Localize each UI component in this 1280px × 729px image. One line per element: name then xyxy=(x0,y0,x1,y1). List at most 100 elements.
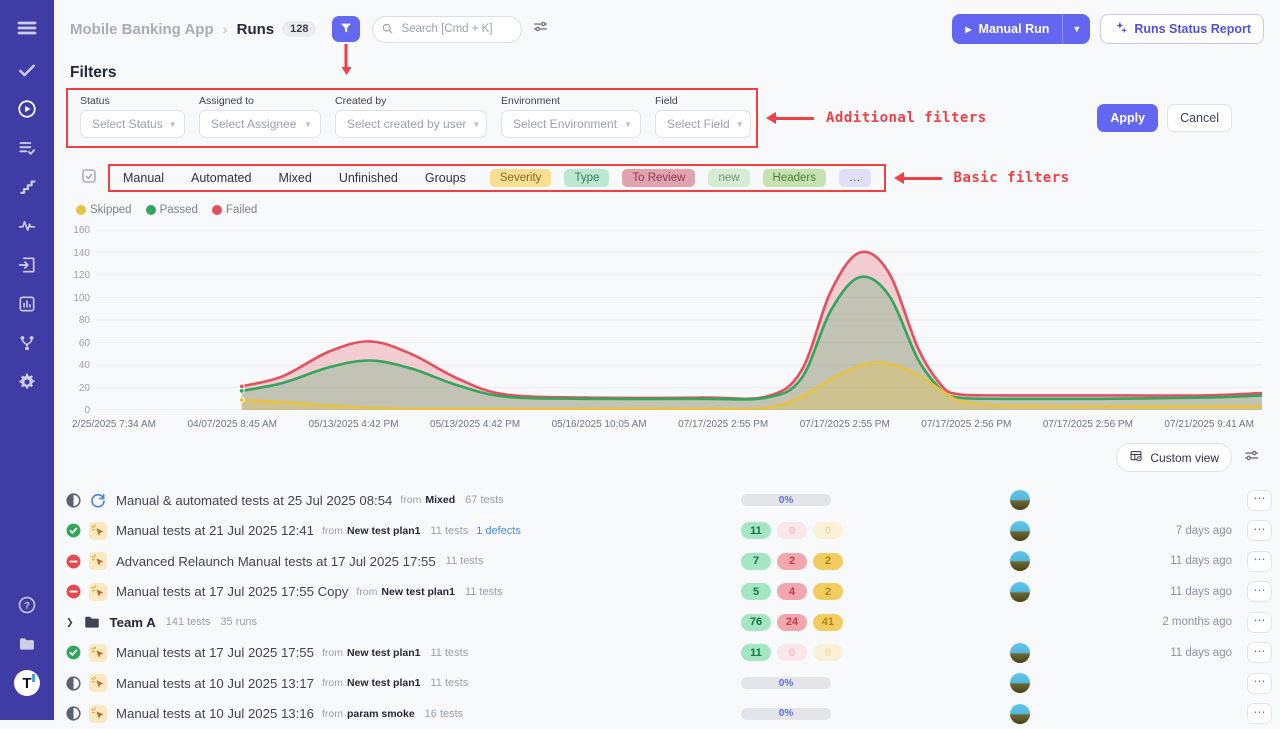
sidebar-item-branches[interactable] xyxy=(0,331,54,355)
row-menu-button[interactable]: ⋯ xyxy=(1247,612,1272,633)
legend-item-passed[interactable]: Passed xyxy=(146,204,198,216)
y-axis-tick: 100 xyxy=(66,293,90,304)
x-axis-tick: 07/21/2025 9:41 AM xyxy=(1164,419,1254,430)
table-row[interactable]: Advanced Relaunch Manual tests at 17 Jul… xyxy=(54,546,1274,577)
tab-automated[interactable]: Automated xyxy=(191,171,251,185)
sidebar-item-settings[interactable] xyxy=(0,370,54,394)
manual-run-icon xyxy=(89,522,107,540)
run-owner xyxy=(1000,490,1040,510)
run-title: Manual tests at 10 Jul 2025 13:16 xyxy=(116,706,314,721)
legend-dot xyxy=(212,205,222,215)
help-icon: ? xyxy=(17,595,37,615)
run-from-plan[interactable]: New test plan1 xyxy=(381,586,455,598)
play-circle-icon xyxy=(17,99,37,119)
table-row[interactable]: Manual tests at 17 Jul 2025 17:55 Copyfr… xyxy=(54,577,1274,608)
avatar xyxy=(1010,643,1030,663)
search-settings-icon[interactable] xyxy=(532,18,549,40)
runs-status-report-button[interactable]: Runs Status Report xyxy=(1100,14,1264,44)
select-assigned-to[interactable]: Select Assignee▼ xyxy=(199,110,321,138)
apply-button[interactable]: Apply xyxy=(1097,104,1158,132)
row-menu-button[interactable]: ⋯ xyxy=(1247,490,1272,511)
tab-mixed[interactable]: Mixed xyxy=(278,171,311,185)
stairs-icon xyxy=(17,177,37,197)
row-menu-button[interactable]: ⋯ xyxy=(1247,520,1272,541)
chart-x-axis: 2/25/2025 7:34 AM04/07/2025 8:45 AM05/13… xyxy=(72,419,1254,430)
sidebar-item-import[interactable] xyxy=(0,253,54,277)
y-axis-tick: 20 xyxy=(66,383,90,394)
table-row[interactable]: Manual tests at 10 Jul 2025 13:17fromNew… xyxy=(54,668,1274,699)
legend-item-skipped[interactable]: Skipped xyxy=(76,204,132,216)
expand-chevron-icon[interactable]: ❯ xyxy=(66,617,74,628)
view-settings-icon[interactable] xyxy=(1243,447,1260,469)
tag-to-review[interactable]: To Review xyxy=(622,169,695,187)
run-info: Manual & automated tests at 25 Jul 2025 … xyxy=(66,491,741,509)
run-results: 542 xyxy=(741,583,871,600)
sidebar-item-menu[interactable] xyxy=(0,8,54,48)
tag-new[interactable]: new xyxy=(708,169,749,187)
run-from-plan[interactable]: param smoke xyxy=(347,708,415,720)
sidebar-item-projects[interactable] xyxy=(0,632,54,656)
table-row[interactable]: Manual tests at 17 Jul 2025 17:55fromNew… xyxy=(54,638,1274,669)
table-row[interactable]: Manual tests at 21 Jul 2025 12:41fromNew… xyxy=(54,516,1274,547)
sidebar-item-runs[interactable] xyxy=(0,97,54,121)
chevron-down-icon[interactable]: ▼ xyxy=(1063,14,1090,44)
select-created-by[interactable]: Select created by user▼ xyxy=(335,110,487,138)
avatar xyxy=(1010,490,1030,510)
sidebar-item-test-plans[interactable] xyxy=(0,136,54,160)
table-row[interactable]: Manual & automated tests at 25 Jul 2025 … xyxy=(54,485,1274,516)
search-input[interactable] xyxy=(372,16,522,43)
row-menu-button[interactable]: ⋯ xyxy=(1247,673,1272,694)
defects-link[interactable]: 1 defects xyxy=(476,525,521,537)
run-meta: 11 tests xyxy=(446,555,484,567)
tab-manual[interactable]: Manual xyxy=(123,171,164,185)
run-age: 7 days ago xyxy=(1040,525,1240,537)
legend-item-failed[interactable]: Failed xyxy=(212,204,257,216)
x-axis-tick: 2/25/2025 7:34 AM xyxy=(72,419,156,430)
tag-[interactable]: … xyxy=(839,169,871,187)
cancel-button[interactable]: Cancel xyxy=(1167,104,1232,132)
table-row[interactable]: Manual tests at 10 Jul 2025 13:16frompar… xyxy=(54,699,1274,729)
run-from-plan[interactable]: New test plan1 xyxy=(347,677,421,689)
tab-unfinished[interactable]: Unfinished xyxy=(339,171,398,185)
sidebar-item-help[interactable]: ? xyxy=(0,593,54,617)
legend-dot xyxy=(76,205,86,215)
run-from-plan[interactable]: Mixed xyxy=(425,494,455,506)
edit-list-icon[interactable] xyxy=(80,167,98,190)
sidebar-item-logo[interactable]: T xyxy=(0,671,54,695)
custom-view-button[interactable]: Custom view xyxy=(1116,443,1232,472)
select-status[interactable]: Select Status▼ xyxy=(80,110,185,138)
filter-button[interactable] xyxy=(332,16,360,42)
run-from-plan[interactable]: New test plan1 xyxy=(347,525,421,537)
chevron-down-icon: ▼ xyxy=(736,120,744,129)
basic-filters-annotation-box: Manual Automated Mixed Unfinished Groups Sev… xyxy=(108,164,886,192)
tag-type[interactable]: Type xyxy=(564,169,609,187)
breadcrumb-project[interactable]: Mobile Banking App xyxy=(70,21,214,38)
run-info: Manual tests at 17 Jul 2025 17:55 Copyfr… xyxy=(66,583,741,601)
status-in-progress-icon xyxy=(66,676,81,691)
progress-bar: 0% xyxy=(741,494,831,506)
app-logo: T xyxy=(14,670,40,696)
select-environment[interactable]: Select Environment▼ xyxy=(501,110,641,138)
manual-run-button[interactable]: ▶ Manual Run ▼ xyxy=(952,14,1090,44)
row-menu-button[interactable]: ⋯ xyxy=(1247,581,1272,602)
sidebar-item-tasks[interactable] xyxy=(0,58,54,82)
sidebar-item-milestones[interactable] xyxy=(0,175,54,199)
table-group-row[interactable]: ❯Team A141 tests35 runs7624412 months ag… xyxy=(54,607,1274,638)
run-from-plan[interactable]: New test plan1 xyxy=(347,647,421,659)
tab-groups[interactable]: Groups xyxy=(425,171,466,185)
run-title: Manual tests at 17 Jul 2025 17:55 xyxy=(116,645,314,660)
select-field[interactable]: Select Field▼ xyxy=(655,110,751,138)
filter-field-label: Created by xyxy=(335,95,487,107)
sidebar-item-activity[interactable] xyxy=(0,214,54,238)
row-menu-button[interactable]: ⋯ xyxy=(1247,642,1272,663)
failed-count-badge: 0 xyxy=(777,644,807,661)
manual-run-icon xyxy=(89,674,107,692)
sidebar-item-analytics[interactable] xyxy=(0,292,54,316)
row-menu-button[interactable]: ⋯ xyxy=(1247,703,1272,724)
header-actions: ▶ Manual Run ▼ Runs Status Report xyxy=(952,14,1264,44)
tag-severity[interactable]: Severity xyxy=(490,169,552,187)
tag-headers[interactable]: Headers xyxy=(763,169,826,187)
row-menu-button[interactable]: ⋯ xyxy=(1247,551,1272,572)
progress-bar: 0% xyxy=(741,677,831,689)
run-age: 11 days ago xyxy=(1040,555,1240,567)
